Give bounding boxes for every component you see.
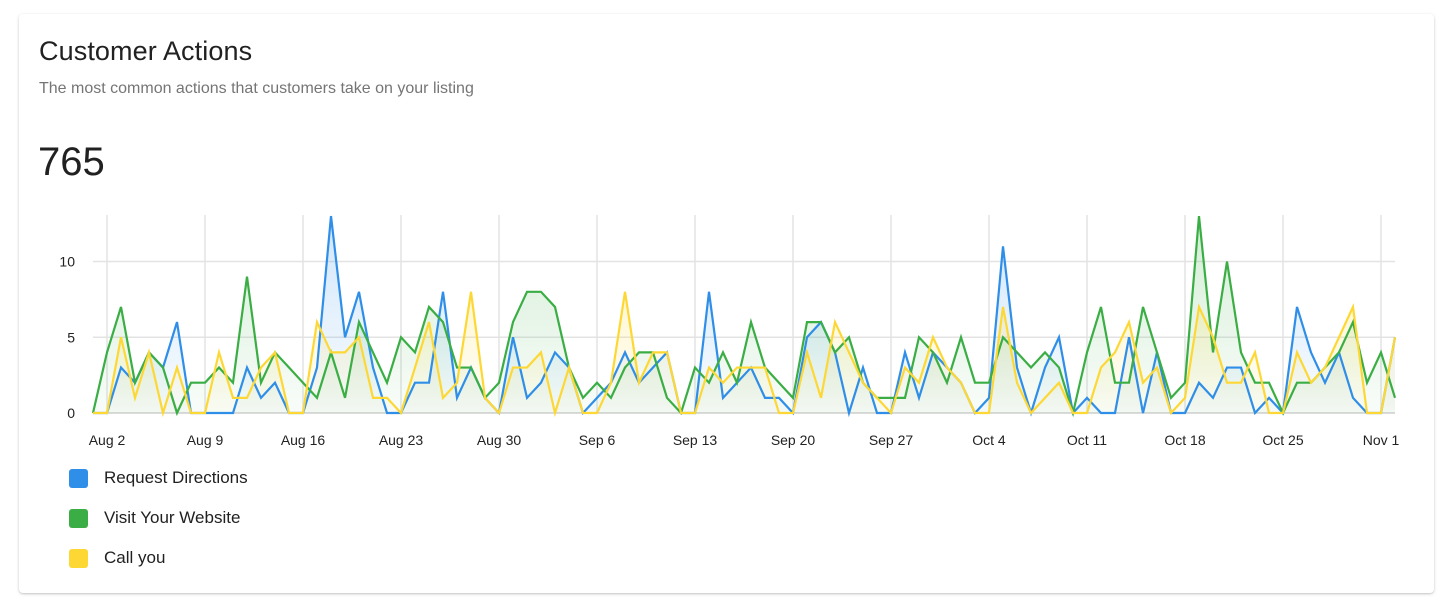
legend-item-request-directions[interactable]: Request Directions <box>69 458 248 498</box>
x-tick-label: Sep 20 <box>771 432 816 448</box>
x-tick-label: Sep 13 <box>673 432 718 448</box>
x-tick-label: Aug 23 <box>379 432 424 448</box>
x-tick-label: Aug 30 <box>477 432 522 448</box>
legend-label: Call you <box>104 548 166 567</box>
x-tick-label: Aug 16 <box>281 432 326 448</box>
legend-swatch-green <box>69 508 88 528</box>
legend-item-visit-your-website[interactable]: Visit Your Website <box>69 498 248 538</box>
x-tick-label: Sep 27 <box>869 432 914 448</box>
chart-legend: Request Directions Visit Your Website Ca… <box>69 458 248 578</box>
x-tick-label: Oct 4 <box>972 432 1006 448</box>
x-tick-label: Aug 9 <box>187 432 224 448</box>
x-tick-label: Nov 1 <box>1363 432 1400 448</box>
legend-label: Visit Your Website <box>104 508 241 527</box>
y-tick-label: 10 <box>59 254 75 270</box>
x-axis-ticks: Aug 2 Aug 9 Aug 16 Aug 23 Aug 30 Sep 6 Sep 13 S… <box>89 432 1400 448</box>
x-tick-label: Oct 11 <box>1067 432 1107 448</box>
legend-swatch-blue <box>69 468 88 488</box>
y-tick-label: 0 <box>67 405 75 421</box>
x-tick-label: Aug 2 <box>89 432 126 448</box>
legend-swatch-yellow <box>69 548 88 568</box>
x-tick-label: Sep 6 <box>579 432 616 448</box>
y-axis-ticks: 0 5 10 <box>59 254 75 422</box>
x-tick-label: Oct 25 <box>1262 432 1303 448</box>
legend-item-call-you[interactable]: Call you <box>69 538 248 578</box>
x-tick-label: Oct 18 <box>1164 432 1205 448</box>
y-tick-label: 5 <box>67 329 75 345</box>
line-chart: 0 5 10 Aug 2 Aug 9 Aug 16 Aug 23 Aug 30 Sep 6 Se… <box>59 215 1400 448</box>
legend-label: Request Directions <box>104 468 248 487</box>
